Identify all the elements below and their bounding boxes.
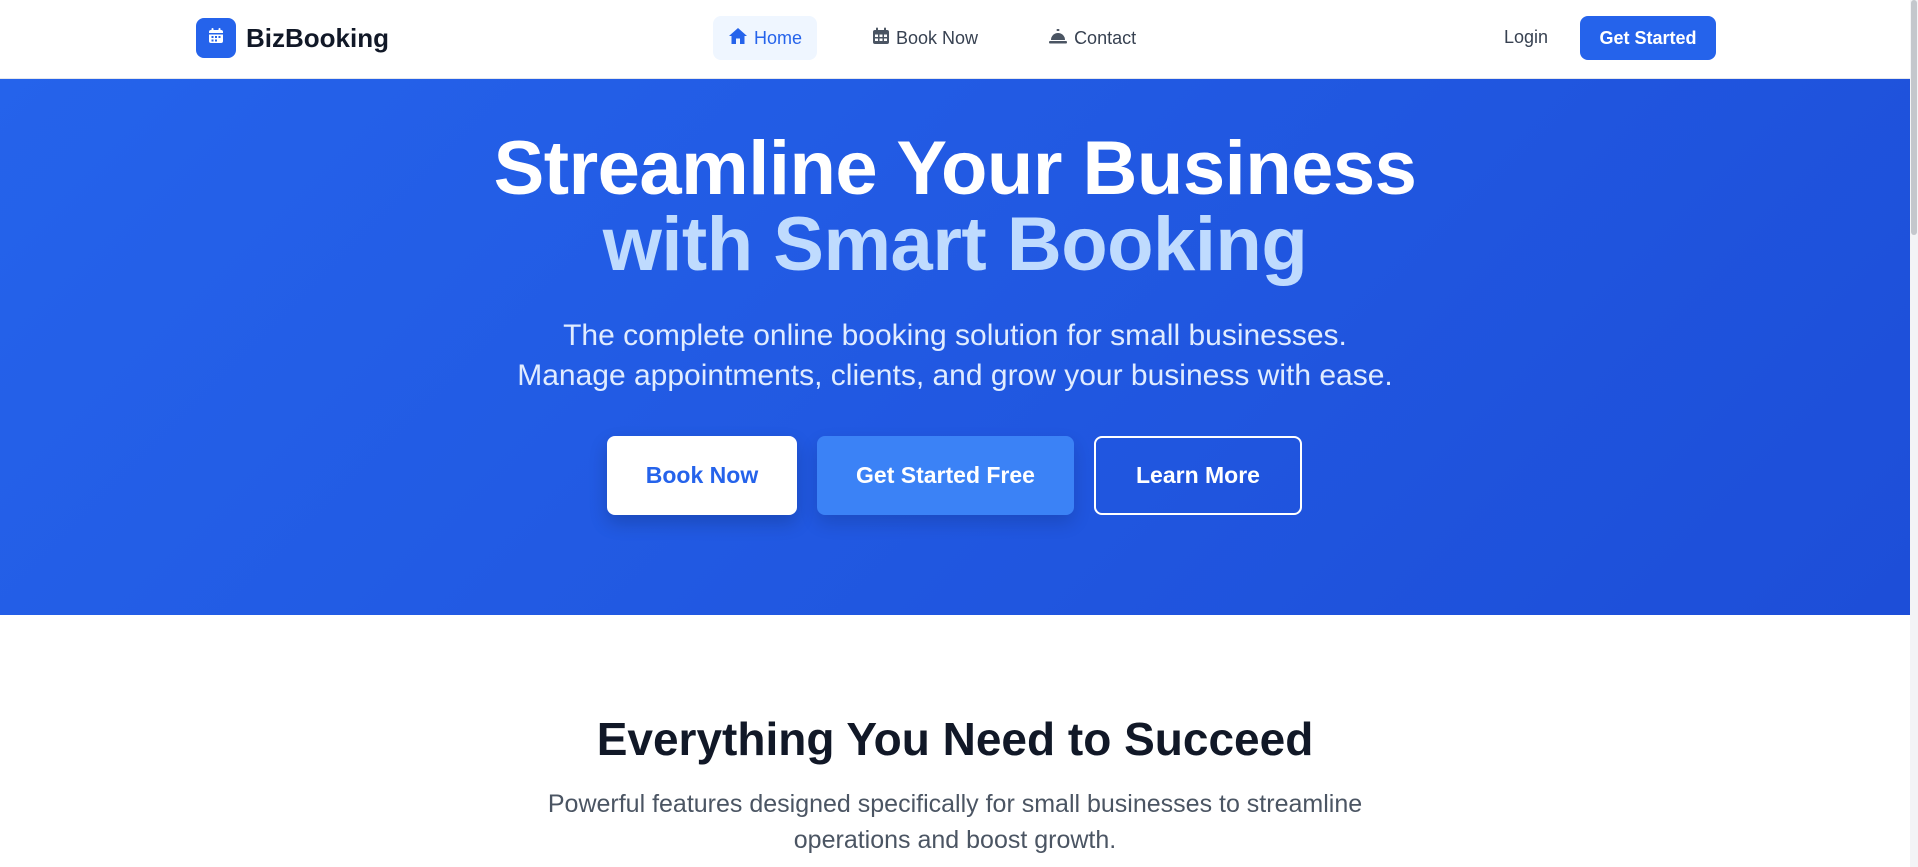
main-nav: Home Book Now Contact bbox=[713, 16, 1151, 60]
nav-item-contact[interactable]: Contact bbox=[1033, 16, 1151, 60]
hero-actions: Book Now Get Started Free Learn More bbox=[607, 436, 1302, 515]
book-now-button[interactable]: Book Now bbox=[607, 436, 797, 515]
hero-title: Streamline Your Business with Smart Book… bbox=[0, 131, 1910, 283]
hero-subtitle-line-2: Manage appointments, clients, and grow y… bbox=[517, 359, 1393, 392]
home-icon bbox=[728, 27, 754, 50]
bell-icon bbox=[1048, 27, 1074, 50]
page: BizBooking Home Book Now Contact Login G… bbox=[0, 0, 1918, 867]
vertical-scrollbar[interactable] bbox=[1910, 0, 1918, 867]
brand-name: BizBooking bbox=[246, 22, 389, 53]
nav-item-home[interactable]: Home bbox=[713, 16, 818, 60]
hero-title-line-2: with Smart Booking bbox=[602, 202, 1308, 287]
calendar-icon bbox=[207, 27, 225, 50]
login-link[interactable]: Login bbox=[1504, 27, 1548, 48]
nav-item-label: Book Now bbox=[896, 27, 979, 48]
navbar: BizBooking Home Book Now Contact Login G… bbox=[0, 0, 1910, 79]
nav-item-label: Home bbox=[754, 27, 803, 48]
brand[interactable]: BizBooking bbox=[196, 18, 389, 58]
get-started-button[interactable]: Get Started bbox=[1580, 16, 1716, 60]
scrollbar-thumb[interactable] bbox=[1911, 0, 1917, 235]
hero-subtitle: The complete online booking solution for… bbox=[0, 316, 1910, 396]
get-started-free-button[interactable]: Get Started Free bbox=[817, 436, 1074, 515]
features-subtitle: Powerful features designed specifically … bbox=[547, 790, 1363, 854]
learn-more-button[interactable]: Learn More bbox=[1094, 436, 1302, 515]
nav-item-book-now[interactable]: Book Now bbox=[857, 16, 993, 60]
brand-logo bbox=[196, 18, 236, 58]
hero-title-line-1: Streamline Your Business bbox=[493, 126, 1417, 211]
nav-item-label: Contact bbox=[1074, 27, 1137, 48]
hero-section: Streamline Your Business with Smart Book… bbox=[0, 79, 1910, 615]
features-title: Everything You Need to Succeed bbox=[596, 713, 1314, 765]
hero-subtitle-line-1: The complete online booking solution for… bbox=[563, 319, 1347, 352]
calendar-icon bbox=[872, 27, 896, 50]
